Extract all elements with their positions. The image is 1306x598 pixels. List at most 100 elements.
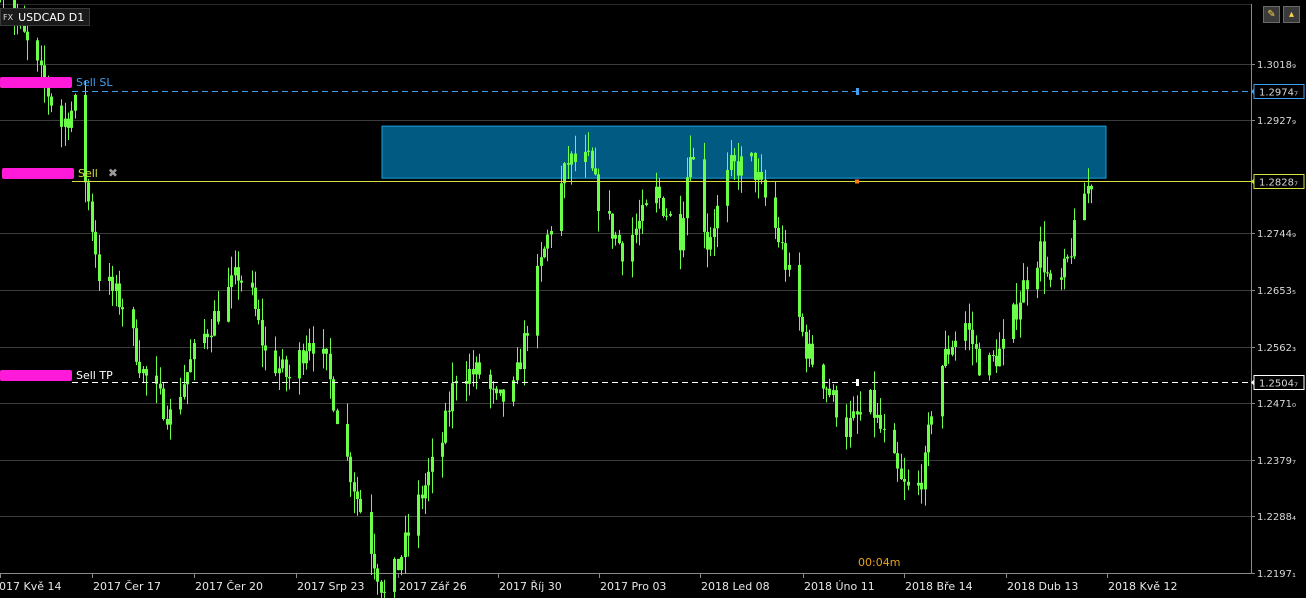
candle-body	[631, 234, 634, 262]
candle-body	[298, 350, 301, 379]
candle-body	[849, 417, 852, 437]
candle-body	[322, 348, 325, 354]
candle-body	[1066, 256, 1069, 259]
x-tick-label: 2018 Dub 13	[1007, 580, 1078, 593]
candle-body	[441, 442, 444, 457]
x-tick-label: 2018 Kvě 12	[1108, 580, 1177, 593]
sell-sl-tag[interactable]: Sell SL	[0, 75, 112, 89]
candle-body	[964, 323, 967, 341]
x-tick-label: 2018 Led 08	[701, 580, 770, 593]
candle-body	[774, 197, 777, 228]
market-type-badge: FX	[3, 12, 14, 22]
collapse-icon[interactable]: ▴	[1283, 6, 1300, 23]
x-tick-label: 2018 Bře 14	[905, 580, 973, 593]
candle-body	[737, 161, 740, 176]
candle-body	[349, 456, 352, 483]
candle-body	[193, 343, 196, 360]
candle-body	[64, 118, 67, 127]
x-tick-label: 2017 Srp 23	[297, 580, 364, 593]
candle-body	[1022, 280, 1025, 303]
candle-body	[1019, 302, 1022, 320]
symbol-title: USDCAD D1	[18, 10, 85, 24]
price-chart[interactable]: 1.2974₇ 1.2828₇ 1.2504₇ 1.3018₉ 1.2927₉ 1.274…	[0, 0, 1306, 598]
sell-tp-tag[interactable]: Sell TP	[0, 368, 113, 382]
candle-body	[825, 388, 828, 390]
candle-body	[179, 396, 182, 410]
y-tick-label: 1.2288₄	[1257, 512, 1296, 523]
candle-body	[1012, 304, 1015, 339]
sell-tp-label: Sell TP	[76, 368, 113, 382]
chart-window[interactable]: 1.2974₇ 1.2828₇ 1.2504₇ 1.3018₉ 1.2927₉ 1.274…	[0, 0, 1306, 598]
supply-zone[interactable]	[381, 125, 1107, 179]
candle-body	[828, 388, 831, 396]
candle-body	[1063, 258, 1066, 278]
x-tick-label: 2017 Pro 03	[600, 580, 666, 593]
candle-body	[1073, 220, 1076, 257]
candle-body	[1043, 241, 1046, 273]
sell-sl-label: Sell SL	[76, 75, 113, 89]
candle-body	[302, 350, 305, 364]
candle-body	[495, 388, 498, 394]
candle-body	[251, 282, 254, 288]
candle-body	[811, 343, 814, 365]
candle-body	[560, 183, 563, 231]
entry-handle[interactable]	[2, 167, 74, 179]
candle-body	[189, 359, 192, 373]
y-tick-label: 1.2927₉	[1257, 116, 1296, 127]
candle-body	[91, 201, 94, 232]
candle-body	[944, 348, 947, 367]
pencil-icon[interactable]: ✎	[1263, 6, 1280, 23]
candle-body	[138, 361, 141, 374]
candle-body	[873, 389, 876, 418]
candle-body	[941, 366, 944, 417]
candle-body	[883, 428, 886, 430]
candle-body	[380, 581, 383, 593]
candle-body	[597, 174, 600, 212]
tp-handle[interactable]	[0, 369, 72, 381]
candle-body	[903, 479, 906, 482]
candle-body	[1039, 241, 1042, 268]
candle-body	[536, 265, 539, 336]
candle-body	[726, 169, 729, 206]
candle-body	[444, 410, 447, 443]
candle-body	[312, 342, 315, 354]
candle-body	[329, 353, 332, 380]
candle-body	[472, 369, 475, 375]
candle-body	[764, 179, 767, 198]
candle-body	[142, 369, 145, 374]
candle-body	[777, 227, 780, 243]
candle-body	[635, 228, 638, 235]
candle-body	[954, 340, 957, 347]
candle-body	[475, 362, 478, 375]
candle-body	[278, 368, 281, 374]
sl-handle[interactable]	[0, 76, 72, 88]
candle-body	[264, 345, 267, 351]
candle-body	[611, 213, 614, 239]
y-tick-label: 1.2379₇	[1257, 456, 1296, 467]
sell-entry-tag[interactable]: Sell ✖	[2, 166, 118, 180]
candle-body	[951, 346, 954, 355]
candle-body	[709, 237, 712, 250]
candle-body	[655, 186, 658, 204]
y-tick-label: 1.2471₀	[1257, 399, 1296, 410]
candle-body	[1046, 272, 1049, 274]
candle-body	[261, 320, 264, 346]
candle-body	[995, 355, 998, 367]
candle-body	[879, 414, 882, 429]
candle-body	[206, 333, 209, 338]
sl-line-price-tag: 1.2974₇	[1251, 84, 1305, 99]
candle-body	[376, 568, 379, 582]
candle-body	[308, 342, 311, 352]
candle-body	[1015, 304, 1018, 320]
candle-body	[716, 205, 719, 229]
candle-body	[567, 163, 570, 165]
candle-body	[217, 311, 220, 322]
current-price-marker	[855, 179, 859, 184]
candle-body	[519, 362, 522, 370]
x-tick-label: 2018 Úno 11	[804, 580, 875, 593]
close-x-icon[interactable]: ✖	[108, 166, 118, 180]
candle-body	[859, 412, 862, 415]
candle-body	[132, 309, 135, 329]
y-tick-label: 1.2653₅	[1257, 286, 1296, 297]
candle-body	[451, 383, 454, 412]
